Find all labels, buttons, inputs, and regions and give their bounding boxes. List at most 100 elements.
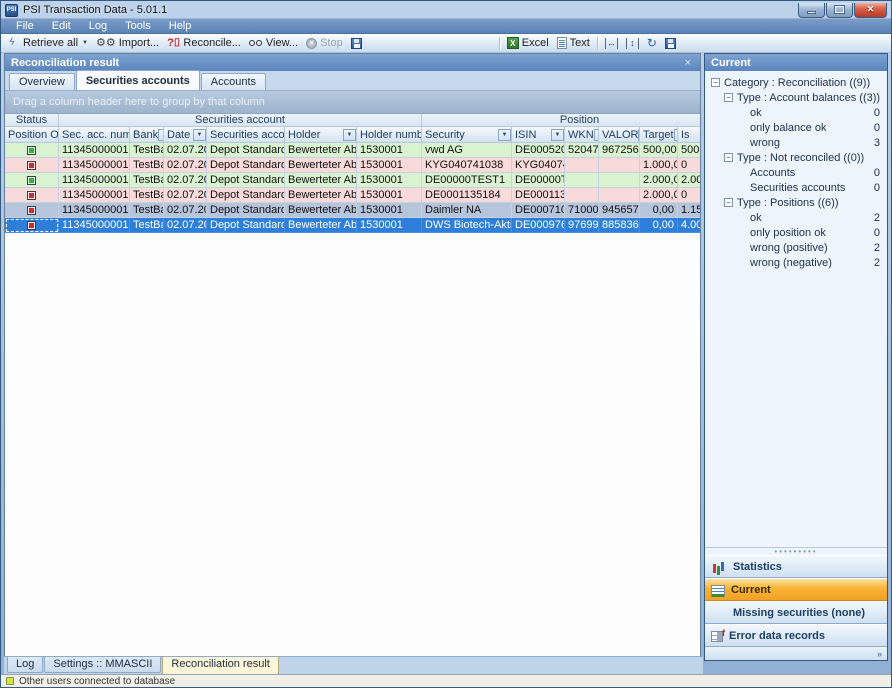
tree-node[interactable]: Accounts0 (705, 165, 887, 180)
collapse-icon[interactable]: − (724, 153, 733, 162)
group-by-bar[interactable]: Drag a column header here to group by th… (5, 91, 700, 114)
table-row[interactable]: 11345000001TestBank02.07.2011Depot Stand… (5, 158, 700, 173)
panel-close-icon[interactable]: × (682, 57, 694, 69)
table-row[interactable]: 11345000001TestBank02.07.2011Depot Stand… (5, 173, 700, 188)
view-button[interactable]: View... (245, 35, 302, 52)
sidebar-splitter[interactable]: ••••••••• (705, 547, 887, 555)
table-row[interactable]: 11345000001TestBank02.07.2011Depot Stand… (5, 218, 700, 233)
tree-node-label: only position ok (750, 227, 826, 239)
bottom-tab-log[interactable]: Log (7, 657, 43, 673)
bottom-tab-settings-mmascii[interactable]: Settings :: MMASCII (44, 657, 161, 673)
column-header-wkn[interactable]: WKN▼ (565, 127, 599, 143)
tree-node[interactable]: wrong (positive)2 (705, 240, 887, 255)
toolbar: ϟ Retrieve all▼ ⚙⚙ Import... ?⌷ Reconcil… (1, 34, 891, 53)
column-header-valor[interactable]: VALOR▼ (599, 127, 640, 143)
cell: vwd AG (422, 143, 512, 158)
column-header-target[interactable]: Target▼ (640, 127, 678, 143)
tree-node[interactable]: only position ok 0 (705, 225, 887, 240)
column-header-is[interactable]: Is▼ (678, 127, 700, 143)
collapse-icon[interactable]: − (724, 198, 733, 207)
filter-dropdown-icon[interactable]: ▼ (343, 129, 356, 141)
menu-log[interactable]: Log (80, 19, 116, 33)
menu-help[interactable]: Help (160, 19, 201, 33)
column-header-isin[interactable]: ISIN ▼ (512, 127, 565, 143)
maximize-icon (835, 6, 844, 13)
save-button[interactable] (347, 35, 366, 52)
filter-dropdown-icon[interactable]: ▼ (498, 129, 511, 141)
cell: TestBank (130, 158, 164, 173)
export-text-button[interactable]: Text (553, 35, 594, 52)
column-header-position-ok[interactable]: Position OK▼ (5, 127, 59, 143)
filter-dropdown-icon[interactable]: ▼ (551, 129, 564, 141)
column-label: Position OK (8, 129, 59, 141)
reconciliation-result-panel: Reconciliation result × OverviewSecuriti… (4, 53, 701, 674)
tree-node[interactable]: ok0 (705, 105, 887, 120)
close-button[interactable]: ✕ (854, 3, 887, 18)
menu-edit[interactable]: Edit (43, 19, 80, 33)
column-header-bank[interactable]: Bank▼ (130, 127, 164, 143)
column-header-sec-acc-number[interactable]: Sec. acc. number▼ (59, 127, 130, 143)
tree-node[interactable]: −Type : Positions ((6)) (705, 195, 887, 210)
filter-dropdown-icon[interactable]: ▼ (193, 129, 206, 141)
tree-node[interactable]: wrong3 (705, 135, 887, 150)
table-row[interactable]: 11345000001TestBank02.07.2011Depot Stand… (5, 203, 700, 218)
bottom-tab-reconciliation-result[interactable]: Reconciliation result (162, 657, 278, 675)
save-layout-button[interactable] (661, 35, 680, 52)
stop-icon: ✕ (306, 38, 317, 49)
main-area: Reconciliation result × OverviewSecuriti… (4, 53, 888, 674)
cell: 1.150 (678, 203, 700, 218)
tab-accounts[interactable]: Accounts (201, 73, 266, 90)
fit-height-button[interactable]: ↕ (622, 35, 643, 52)
maximize-button[interactable] (826, 3, 853, 18)
import-button[interactable]: ⚙⚙ Import... (92, 35, 163, 52)
cell: Bewerteter Abgleich (285, 173, 357, 188)
column-label: ISIN (515, 129, 536, 141)
retrieve-all-button[interactable]: ϟ Retrieve all▼ (5, 35, 92, 52)
tree-node[interactable]: −Category : Reconciliation ((9)) (705, 75, 887, 90)
export-excel-button[interactable]: X Excel (503, 35, 553, 52)
stop-button[interactable]: ✕ Stop (302, 35, 347, 52)
nav-missing-securities-none-[interactable]: Missing securities (none) (705, 601, 887, 624)
grid-icon (711, 631, 723, 642)
cell: 976997 (565, 218, 599, 233)
table-row[interactable]: 11345000001TestBank02.07.2011Depot Stand… (5, 188, 700, 203)
tree-node[interactable]: Securities accounts0 (705, 180, 887, 195)
column-header-security[interactable]: Security▼ (422, 127, 512, 143)
nav-error-data-records[interactable]: Error data records (705, 624, 887, 647)
tree-node-count: 3 (874, 137, 880, 149)
tree-node[interactable]: wrong (negative)2 (705, 255, 887, 270)
fit-width-button[interactable]: ↔ (601, 35, 622, 52)
nav-current[interactable]: Current (705, 578, 887, 601)
status-cell (5, 158, 59, 173)
reconcile-button[interactable]: ?⌷ Reconcile... (163, 35, 245, 52)
chevron-configure-icon[interactable]: » (877, 649, 882, 659)
tree-node[interactable]: only balance ok0 (705, 120, 887, 135)
cell: 2.000,00 (640, 173, 678, 188)
tree-node[interactable]: −Type : Not reconciled ((0)) (705, 150, 887, 165)
menu-tools[interactable]: Tools (116, 19, 160, 33)
column-header-date[interactable]: Date▼ (164, 127, 207, 143)
status-cell (5, 173, 59, 188)
tree-node-count: 0 (874, 227, 880, 239)
dropdown-caret-icon[interactable]: ▼ (82, 40, 88, 46)
column-header-holder-number[interactable]: Holder number▼ (357, 127, 422, 143)
group-by-hint: Drag a column header here to group by th… (13, 96, 265, 108)
nav-label: Missing securities (none) (733, 607, 865, 619)
collapse-icon[interactable]: − (711, 78, 720, 87)
tree-node[interactable]: −Type : Account balances ((3)) (705, 90, 887, 105)
nav-statistics[interactable]: Statistics (705, 555, 887, 578)
collapse-icon[interactable]: − (724, 93, 733, 102)
menu-file[interactable]: File (7, 19, 43, 33)
minimize-button[interactable] (798, 3, 825, 18)
tree-node[interactable]: ok2 (705, 210, 887, 225)
grid-column-header: Position OK▼Sec. acc. number▼Bank▼Date▼S… (5, 127, 700, 143)
question-icon: ?⌷ (167, 38, 180, 49)
tab-overview[interactable]: Overview (9, 73, 75, 90)
column-header-securities-account[interactable]: Securities account▼ (207, 127, 285, 143)
cell: DE0001135184 (422, 188, 512, 203)
tab-securities-accounts[interactable]: Securities accounts (76, 70, 200, 90)
cell: Bewerteter Abgleich (285, 188, 357, 203)
column-header-holder[interactable]: Holder▼ (285, 127, 357, 143)
refresh-button[interactable]: ↻ (643, 35, 661, 52)
table-row[interactable]: 11345000001TestBank02.07.2011Depot Stand… (5, 143, 700, 158)
